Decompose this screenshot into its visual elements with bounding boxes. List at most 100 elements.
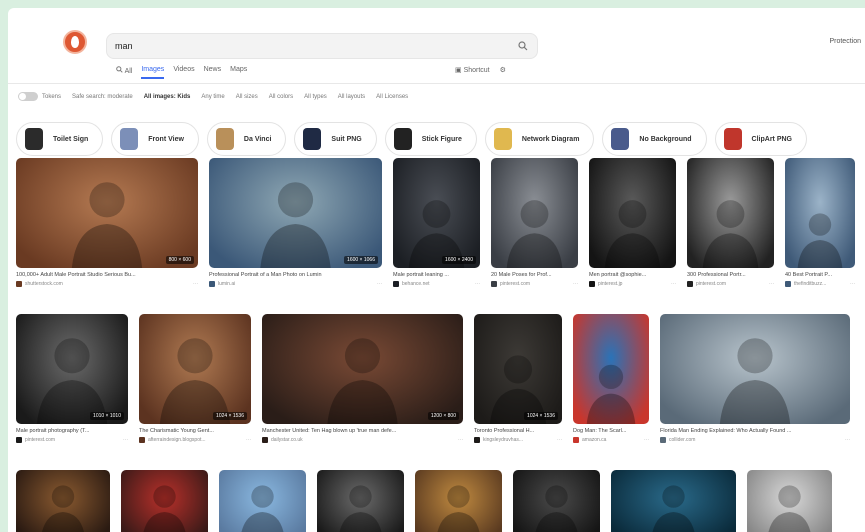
settings-icon[interactable]: ⚙ bbox=[500, 66, 506, 74]
filter-safe-search[interactable]: Safe search: moderate bbox=[72, 94, 133, 100]
related-chip[interactable]: Front View bbox=[111, 122, 199, 156]
result-thumbnail[interactable] bbox=[589, 158, 676, 268]
shortcut-button[interactable]: ▣ Shortcut bbox=[455, 66, 490, 74]
result-caption[interactable]: Manchester United: Ten Hag blown up 'tru… bbox=[262, 428, 463, 434]
tokens-toggle-group[interactable]: Tokens bbox=[18, 92, 61, 101]
more-options-icon[interactable]: ··· bbox=[671, 281, 676, 287]
tab-videos[interactable]: Videos bbox=[173, 66, 194, 79]
result-thumbnail[interactable] bbox=[513, 470, 600, 532]
image-result[interactable]: 1600 × 1066 Professional Portrait of a Ma… bbox=[209, 158, 382, 287]
related-chip[interactable]: Network Diagram bbox=[484, 122, 595, 156]
result-thumbnail[interactable] bbox=[573, 314, 649, 424]
result-source[interactable]: pinterest.com ··· bbox=[491, 281, 578, 287]
image-result[interactable] bbox=[219, 470, 306, 532]
image-result[interactable] bbox=[513, 470, 600, 532]
related-chip[interactable]: Toilet Sign bbox=[16, 122, 104, 156]
filter-type[interactable]: All types bbox=[304, 94, 327, 100]
result-source[interactable]: pinterest.com ··· bbox=[16, 437, 128, 443]
image-result[interactable]: 800 × 600 100,000+ Adult Male Portrait St… bbox=[16, 158, 198, 287]
image-result[interactable]: 300 Professional Portr... pinterest.com ··… bbox=[687, 158, 774, 287]
result-thumbnail[interactable] bbox=[415, 470, 502, 532]
image-result[interactable]: Florida Man Ending Explained: Who Actual… bbox=[660, 314, 850, 443]
image-result[interactable]: 1600 × 2400 Male portrait leaning ... beha… bbox=[393, 158, 480, 287]
result-thumbnail[interactable] bbox=[121, 470, 208, 532]
result-thumbnail[interactable] bbox=[687, 158, 774, 268]
related-chip[interactable]: Da Vinci bbox=[206, 122, 287, 156]
result-source[interactable]: afterraindesign.blogspot... ··· bbox=[139, 437, 251, 443]
image-result[interactable]: Men portrait @sophie... pinterest.jp ··· bbox=[589, 158, 676, 287]
result-caption[interactable]: 20 Male Poses for Prof... bbox=[491, 272, 578, 278]
result-caption[interactable]: Professional Portrait of a Man Photo on … bbox=[209, 272, 382, 278]
result-thumbnail[interactable] bbox=[785, 158, 855, 268]
more-options-icon[interactable]: ··· bbox=[557, 437, 562, 443]
result-source[interactable]: pinterest.com ··· bbox=[687, 281, 774, 287]
filter-time[interactable]: Any time bbox=[201, 94, 224, 100]
filter-layout[interactable]: All layouts bbox=[338, 94, 365, 100]
image-result[interactable]: 1024 × 1536 Toronto Professional H... king… bbox=[474, 314, 562, 443]
result-caption[interactable]: 300 Professional Portr... bbox=[687, 272, 774, 278]
tokens-toggle[interactable] bbox=[18, 92, 38, 101]
result-source[interactable]: lumin.ai ··· bbox=[209, 281, 382, 287]
result-thumbnail[interactable] bbox=[16, 470, 110, 532]
result-caption[interactable]: The Charismatic Young Gent... bbox=[139, 428, 251, 434]
image-result[interactable]: 1200 × 800 Manchester United: Ten Hag blo… bbox=[262, 314, 463, 443]
result-thumbnail[interactable]: 800 × 600 bbox=[16, 158, 198, 268]
result-thumbnail[interactable]: 1600 × 1066 bbox=[209, 158, 382, 268]
search-icon[interactable] bbox=[517, 40, 529, 52]
protection-label[interactable]: Protection bbox=[829, 38, 861, 45]
related-chip[interactable]: ClipArt PNG bbox=[714, 122, 807, 156]
result-caption[interactable]: Male portrait leaning ... bbox=[393, 272, 480, 278]
tab-maps[interactable]: Maps bbox=[230, 66, 247, 79]
result-source[interactable]: kingsleydruvhas... ··· bbox=[474, 437, 562, 443]
filter-images[interactable]: All images: Kids bbox=[144, 94, 191, 100]
more-options-icon[interactable]: ··· bbox=[769, 281, 774, 287]
result-thumbnail[interactable] bbox=[219, 470, 306, 532]
image-result[interactable] bbox=[16, 470, 110, 532]
more-options-icon[interactable]: ··· bbox=[850, 281, 855, 287]
result-caption[interactable]: Dog Man: The Scarl... bbox=[573, 428, 649, 434]
result-caption[interactable]: Toronto Professional H... bbox=[474, 428, 562, 434]
result-caption[interactable]: 100,000+ Adult Male Portrait Studio Seri… bbox=[16, 272, 198, 278]
more-options-icon[interactable]: ··· bbox=[475, 281, 480, 287]
filter-color[interactable]: All colors bbox=[269, 94, 293, 100]
result-thumbnail[interactable] bbox=[317, 470, 404, 532]
image-result[interactable] bbox=[317, 470, 404, 532]
image-result[interactable] bbox=[747, 470, 832, 532]
more-options-icon[interactable]: ··· bbox=[123, 437, 128, 443]
result-source[interactable]: amazon.ca ··· bbox=[573, 437, 649, 443]
more-options-icon[interactable]: ··· bbox=[458, 437, 463, 443]
result-thumbnail[interactable]: 1600 × 2400 bbox=[393, 158, 480, 268]
result-caption[interactable]: Florida Man Ending Explained: Who Actual… bbox=[660, 428, 850, 434]
image-result[interactable]: 20 Male Poses for Prof... pinterest.com ··… bbox=[491, 158, 578, 287]
filter-license[interactable]: All Licenses bbox=[376, 94, 408, 100]
result-caption[interactable]: Male portrait photography (T... bbox=[16, 428, 128, 434]
image-result[interactable] bbox=[611, 470, 736, 532]
filter-size[interactable]: All sizes bbox=[236, 94, 258, 100]
result-caption[interactable]: Men portrait @sophie... bbox=[589, 272, 676, 278]
image-result[interactable]: 1010 × 1010 Male portrait photography (T.… bbox=[16, 314, 128, 443]
result-thumbnail[interactable]: 1024 × 1536 bbox=[474, 314, 562, 424]
result-thumbnail[interactable]: 1010 × 1010 bbox=[16, 314, 128, 424]
result-source[interactable]: shutterstock.com ··· bbox=[16, 281, 198, 287]
more-options-icon[interactable]: ··· bbox=[644, 437, 649, 443]
result-source[interactable]: behance.net ··· bbox=[393, 281, 480, 287]
result-source[interactable]: thefinditbuzz... ··· bbox=[785, 281, 855, 287]
result-thumbnail[interactable]: 1200 × 800 bbox=[262, 314, 463, 424]
duckduckgo-logo[interactable] bbox=[63, 30, 87, 54]
search-input[interactable] bbox=[115, 41, 517, 51]
result-source[interactable]: dailystar.co.uk ··· bbox=[262, 437, 463, 443]
result-thumbnail[interactable] bbox=[611, 470, 736, 532]
result-thumbnail[interactable] bbox=[660, 314, 850, 424]
tab-all[interactable]: All bbox=[116, 66, 132, 79]
result-caption[interactable]: 40 Best Portrait P... bbox=[785, 272, 855, 278]
related-chip[interactable]: No Background bbox=[602, 122, 707, 156]
result-thumbnail[interactable]: 1024 × 1536 bbox=[139, 314, 251, 424]
result-thumbnail[interactable] bbox=[747, 470, 832, 532]
more-options-icon[interactable]: ··· bbox=[377, 281, 382, 287]
image-result[interactable]: 40 Best Portrait P... thefinditbuzz... ··· bbox=[785, 158, 855, 287]
tab-news[interactable]: News bbox=[204, 66, 222, 79]
result-source[interactable]: collider.com ··· bbox=[660, 437, 850, 443]
search-bar[interactable] bbox=[106, 33, 538, 59]
result-thumbnail[interactable] bbox=[491, 158, 578, 268]
related-chip[interactable]: Suit PNG bbox=[294, 122, 377, 156]
